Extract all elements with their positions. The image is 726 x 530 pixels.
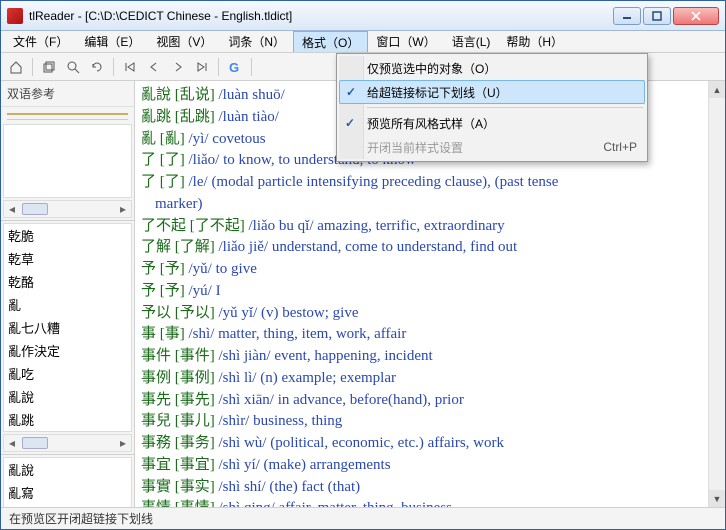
sidebar: 双语参考 ◂ ▸ 乾脆乾草乾酪亂亂七八糟亂作決定亂吃亂說亂跳 ◂ ▸: [1, 81, 135, 507]
menu-file[interactable]: 文件（F）: [5, 31, 76, 52]
statusbar: 在预览区开闭超链接下划线: [1, 507, 725, 529]
menuitem-label: 仅预览选中的对象（O）: [367, 60, 496, 77]
sidebar-bot-list[interactable]: 亂說亂寫亂吃: [3, 457, 132, 507]
list-item[interactable]: 乾脆: [4, 224, 131, 247]
menu-entry[interactable]: 词条（N）: [220, 31, 293, 52]
menu-format[interactable]: 格式（O）: [293, 31, 368, 52]
sidebar-divider: [7, 119, 128, 120]
dict-entry-cont: marker): [141, 194, 719, 216]
menuitem-underline-links[interactable]: ✓ 给超链接标记下划线（U）: [339, 80, 645, 104]
sidebar-top-body: [3, 124, 132, 198]
dict-entry[interactable]: 予以 [予以] /yǔ yǐ/ (v) bestow; give: [141, 303, 719, 325]
format-menu-dropdown: 仅预览选中的对象（O） ✓ 给超链接标记下划线（U） ✓ 预览所有风格式样（A）…: [336, 53, 648, 162]
nav-last-icon[interactable]: [191, 56, 213, 78]
list-item[interactable]: 乾草: [4, 247, 131, 270]
close-button[interactable]: [673, 7, 719, 25]
window-controls: [613, 7, 719, 25]
list-item[interactable]: 亂吃: [4, 362, 131, 385]
dict-entry[interactable]: 事 [事] /shì/ matter, thing, item, work, a…: [141, 324, 719, 346]
dict-entry[interactable]: 事情 [事情] /shì qing/ affair, matter, thing…: [141, 498, 719, 507]
dict-entry[interactable]: 事件 [事件] /shì jiàn/ event, happening, inc…: [141, 346, 719, 368]
app-icon: [7, 8, 23, 24]
list-item[interactable]: 亂七八糟: [4, 316, 131, 339]
status-text: 在预览区开闭超链接下划线: [9, 510, 153, 527]
toolbar-separator: [32, 58, 33, 76]
dict-entry[interactable]: 了 [了] /le/ (modal particle intensifying …: [141, 172, 719, 194]
list-item[interactable]: 亂說: [4, 458, 131, 481]
list-item[interactable]: 乾酪: [4, 270, 131, 293]
dict-entry[interactable]: 事兒 [事儿] /shìr/ business, thing: [141, 411, 719, 433]
scroll-left-icon[interactable]: ◂: [4, 202, 20, 216]
dict-entry[interactable]: 事宜 [事宜] /shì yí/ (make) arrangements: [141, 455, 719, 477]
dict-entry[interactable]: 事務 [事务] /shì wù/ (political, economic, e…: [141, 433, 719, 455]
titlebar: tlReader - [C:\D:\CEDICT Chinese - Engli…: [1, 1, 725, 31]
scroll-left-icon[interactable]: ◂: [4, 436, 20, 450]
toolbar-separator: [251, 58, 252, 76]
menuitem-preview-all-styles[interactable]: ✓ 预览所有风格式样（A）: [339, 111, 645, 135]
menu-edit[interactable]: 编辑（E）: [76, 31, 148, 52]
dict-entry[interactable]: 予 [予] /yǔ/ to give: [141, 259, 719, 281]
menu-view[interactable]: 视图（V）: [148, 31, 220, 52]
menu-separator: [367, 107, 643, 108]
sidebar-panel-top: 双语参考 ◂ ▸: [1, 81, 134, 221]
google-icon[interactable]: G: [224, 56, 246, 78]
sidebar-hscroll[interactable]: ◂ ▸: [3, 434, 132, 452]
check-icon: ✓: [346, 85, 356, 99]
window-title: tlReader - [C:\D:\CEDICT Chinese - Engli…: [29, 9, 613, 23]
dict-entry[interactable]: 事先 [事先] /shì xiān/ in advance, before(ha…: [141, 390, 719, 412]
list-item[interactable]: 亂: [4, 293, 131, 316]
sidebar-mid-list[interactable]: 乾脆乾草乾酪亂亂七八糟亂作決定亂吃亂說亂跳: [3, 223, 132, 432]
list-item[interactable]: 亂作決定: [4, 339, 131, 362]
dict-entry[interactable]: 了不起 [了不起] /liǎo bu qǐ/ amazing, terrific…: [141, 216, 719, 238]
maximize-button[interactable]: [643, 7, 671, 25]
menuitem-label: 开闭当前样式设置: [367, 139, 463, 156]
scroll-thumb[interactable]: [22, 437, 48, 449]
menubar: 文件（F） 编辑（E） 视图（V） 词条（N） 格式（O） 窗口（W） 语言(L…: [1, 31, 725, 53]
vertical-scrollbar[interactable]: ▲ ▼: [708, 81, 725, 507]
toolbar-separator: [218, 58, 219, 76]
scroll-down-icon[interactable]: ▼: [709, 490, 725, 507]
tool-refresh-icon[interactable]: [86, 56, 108, 78]
menuitem-label: 给超链接标记下划线（U）: [367, 84, 508, 101]
nav-next-icon[interactable]: [167, 56, 189, 78]
svg-text:G: G: [229, 60, 239, 74]
nav-first-icon[interactable]: [119, 56, 141, 78]
scroll-right-icon[interactable]: ▸: [115, 202, 131, 216]
tool-layers-icon[interactable]: [38, 56, 60, 78]
home-icon[interactable]: [5, 56, 27, 78]
scroll-right-icon[interactable]: ▸: [115, 436, 131, 450]
menuitem-preview-selected[interactable]: 仅预览选中的对象（O）: [339, 56, 645, 80]
scroll-thumb[interactable]: [22, 203, 48, 215]
menu-window[interactable]: 窗口（W）: [368, 31, 443, 52]
check-icon: ✓: [345, 116, 355, 130]
list-item[interactable]: 亂說: [4, 385, 131, 408]
menu-language[interactable]: 语言(L): [444, 31, 499, 52]
menu-help[interactable]: 帮助（H）: [498, 31, 571, 52]
toolbar-separator: [113, 58, 114, 76]
sidebar-divider: [7, 113, 128, 115]
tool-search-icon[interactable]: [62, 56, 84, 78]
menuitem-toggle-style-settings[interactable]: 开闭当前样式设置 Ctrl+P: [339, 135, 645, 159]
sidebar-panel-mid: 乾脆乾草乾酪亂亂七八糟亂作決定亂吃亂說亂跳 ◂ ▸: [1, 221, 134, 455]
nav-prev-icon[interactable]: [143, 56, 165, 78]
dict-entry[interactable]: 事實 [事实] /shì shí/ (the) fact (that): [141, 477, 719, 499]
dict-entry[interactable]: 了解 [了解] /liǎo jiě/ understand, come to u…: [141, 237, 719, 259]
list-item[interactable]: 亂寫: [4, 481, 131, 504]
dict-entry[interactable]: 予 [予] /yú/ I: [141, 281, 719, 303]
scroll-up-icon[interactable]: ▲: [709, 81, 725, 98]
sidebar-title: 双语参考: [1, 81, 134, 107]
minimize-button[interactable]: [613, 7, 641, 25]
menuitem-label: 预览所有风格式样（A）: [367, 115, 495, 132]
sidebar-panel-bot: 亂說亂寫亂吃 ◂ ▸: [1, 455, 134, 507]
dict-entry[interactable]: 事例 [事例] /shì lì/ (n) example; exemplar: [141, 368, 719, 390]
sidebar-hscroll[interactable]: ◂ ▸: [3, 200, 132, 218]
list-item[interactable]: 亂跳: [4, 408, 131, 431]
app-window: tlReader - [C:\D:\CEDICT Chinese - Engli…: [0, 0, 726, 530]
menuitem-accelerator: Ctrl+P: [583, 140, 637, 154]
